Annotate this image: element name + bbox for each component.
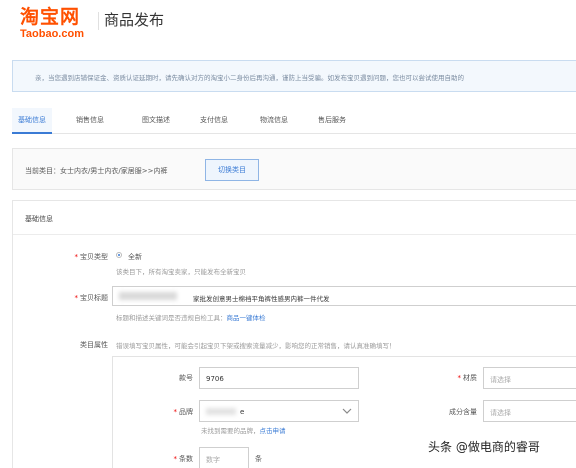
composition-placeholder: 请选择	[490, 409, 511, 417]
item-check-link[interactable]: 商品一键体检	[227, 314, 266, 322]
logo-text-en: Taobao.com	[20, 28, 84, 40]
logo-text-cn: 淘宝网	[20, 6, 81, 28]
header: 淘宝网 Taobao.com 商品发布	[0, 0, 576, 48]
material-label: * 材质	[457, 374, 478, 382]
material-select[interactable]: 请选择	[483, 367, 576, 389]
count-label: * 条数	[173, 455, 194, 463]
tab-sales-info[interactable]: 销售信息	[70, 108, 110, 134]
current-category: 当前类目：女士内衣/男士内衣/家居服>>内裤	[25, 167, 168, 175]
brand-select[interactable]: e	[199, 400, 359, 422]
taobao-logo[interactable]: 淘宝网 Taobao.com	[20, 6, 100, 42]
item-type-new-label[interactable]: 全新	[128, 252, 142, 262]
item-title-hint: 标题和描述关键词是否违规自检工具：商品一键体检	[116, 314, 266, 322]
chevron-down-icon[interactable]	[342, 407, 352, 415]
divider	[98, 12, 99, 30]
composition-label: 成分含量	[449, 408, 477, 416]
switch-category-button[interactable]: 切换类目	[205, 159, 259, 181]
tab-after-sales[interactable]: 售后服务	[312, 108, 352, 134]
category-attributes-label: 类目属性	[80, 341, 108, 349]
tab-logistics-info[interactable]: 物流信息	[254, 108, 294, 134]
model-number-value: 9706	[206, 375, 224, 383]
count-unit: 条	[255, 455, 262, 463]
model-number-label: 款号	[179, 374, 193, 382]
tab-payment-info[interactable]: 支付信息	[194, 108, 234, 134]
item-title-input[interactable]: 家批发创意男士棉裆平角裤性感男内裤一件代发	[112, 286, 576, 306]
category-bar: 当前类目：女士内衣/男士内衣/家居服>>内裤 切换类目	[12, 148, 576, 190]
blurred-text	[119, 292, 177, 300]
tab-bar: 基础信息 销售信息 图文描述 支付信息 物流信息 售后服务	[12, 108, 576, 134]
blurred-text	[206, 408, 236, 415]
count-placeholder: 数字	[206, 456, 220, 464]
category-attributes-hint: 错误填写宝贝属性，可能会引起宝贝下架或搜索流量减少，影响您的正常销售，请认真准确…	[116, 342, 396, 350]
item-type-label: * 宝贝类型	[74, 253, 109, 261]
apply-brand-link[interactable]: 点击申请	[260, 427, 286, 435]
tab-description[interactable]: 图文描述	[136, 108, 176, 134]
brand-label: * 品牌	[173, 408, 194, 416]
model-number-input[interactable]: 9706	[199, 367, 359, 389]
item-type-hint: 该类目下，所有淘宝卖家，只能发布全新宝贝	[116, 268, 246, 276]
item-type-new-radio[interactable]	[116, 252, 122, 258]
brand-hint: 未找到需要的品牌，点击申请	[201, 427, 286, 435]
section-title: 基础信息	[25, 215, 53, 223]
notice-bar: 亲，当您遇到店铺保证金、资质认证延期时，请先确认对方的淘宝小二身份后再沟通，谨防…	[12, 60, 576, 92]
item-title-value: 家批发创意男士棉裆平角裤性感男内裤一件代发	[193, 295, 330, 303]
watermark: 头条 @做电商的睿哥	[428, 440, 540, 454]
material-placeholder: 请选择	[490, 376, 511, 384]
page-title: 商品发布	[104, 11, 165, 29]
composition-select[interactable]: 请选择	[483, 400, 576, 422]
notice-text: 亲，当您遇到店铺保证金、资质认证延期时，请先确认对方的淘宝小二身份后再沟通，谨防…	[35, 74, 464, 82]
count-input[interactable]: 数字	[199, 447, 249, 468]
section-header: 基础信息	[13, 201, 576, 235]
item-title-label: * 宝贝标题	[74, 294, 109, 302]
tab-basic-info[interactable]: 基础信息	[12, 108, 52, 134]
brand-value: e	[240, 408, 245, 416]
